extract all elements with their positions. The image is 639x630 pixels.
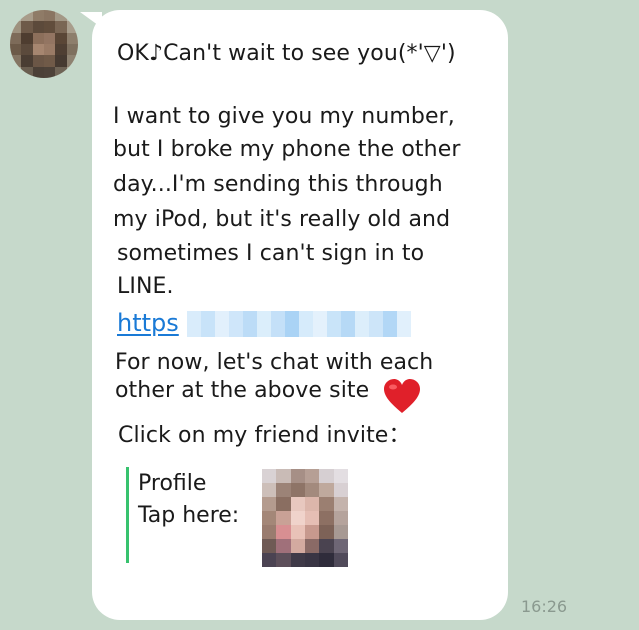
profile-photo[interactable] [262, 469, 348, 567]
message-line: day...I'm sending this through [113, 172, 443, 197]
profile-label: Profile [138, 471, 207, 496]
profile-tap-here[interactable]: Tap here: [138, 501, 239, 531]
external-link[interactable]: https [117, 306, 411, 340]
message-line: my iPod, but it's really old and [113, 207, 451, 232]
red-heart-icon [384, 379, 420, 413]
message-line-greeting: OK♪Can't wait to see you(*'▽') [117, 41, 456, 66]
message-line: but I broke my phone the other [113, 137, 461, 162]
sender-avatar[interactable] [10, 10, 78, 78]
link-text[interactable]: https [117, 309, 179, 337]
message-line: sometimes I can't sign in to [117, 241, 425, 266]
redacted-url [186, 311, 411, 337]
message-line: other at the above site [115, 378, 370, 403]
message-line: I want to give you my number, [113, 104, 455, 129]
message-line: LINE. [117, 274, 174, 299]
message-timestamp: 16:26 [521, 597, 568, 616]
message-line-invite: Click on my friend invite： [118, 423, 411, 448]
